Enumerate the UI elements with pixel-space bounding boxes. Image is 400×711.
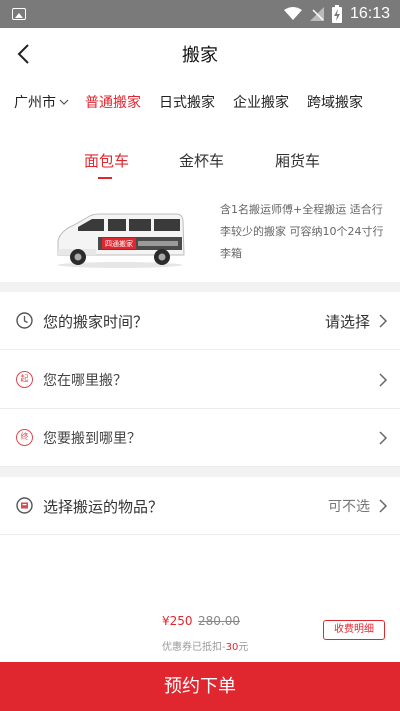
vehicle-tab-jinbei[interactable]: 金杯车: [179, 150, 224, 171]
vehicle-tab-minivan[interactable]: 面包车: [84, 150, 130, 179]
destination-address-row[interactable]: 终 您要搬到哪里？: [0, 409, 400, 467]
battery-charging-icon: [331, 5, 342, 23]
items-row[interactable]: 选择搬运的物品？ 可不选: [0, 477, 400, 535]
origin-address-label: 您在哪里搬？: [43, 373, 127, 389]
book-order-button[interactable]: 预约下单: [0, 662, 400, 711]
moving-time-row[interactable]: 您的搬家时间？ 请选择: [0, 292, 400, 350]
fee-detail-button[interactable]: 收费明细: [323, 620, 385, 640]
status-icons: 16:13: [283, 4, 390, 24]
section-divider: [0, 282, 400, 292]
section-divider: [0, 467, 400, 477]
moving-time-label: 您的搬家时间？: [43, 313, 149, 331]
vehicle-description-line: 李箱: [220, 247, 242, 260]
clock-icon: [16, 312, 33, 329]
vehicle-description-line: 含1名搬运师傅+全程搬运 适合行: [220, 203, 383, 216]
wifi-icon: [283, 7, 302, 20]
destination-address-label: 您要搬到哪里？: [43, 431, 141, 447]
coupon-amount: 30: [225, 642, 239, 653]
chevron-right-icon: [379, 373, 388, 387]
items-label: 选择搬运的物品？: [43, 498, 164, 516]
vehicle-panel: 四通搬家 含1名搬运师傅+全程搬运 适合行 李较少的搬家 可容纳10个24寸行 …: [0, 185, 400, 280]
origin-address-row[interactable]: 起 您在哪里搬？: [0, 351, 400, 409]
current-price: ¥250: [162, 614, 193, 628]
service-tab-japanese[interactable]: 日式搬家: [159, 92, 215, 112]
page-title: 搬家: [182, 45, 218, 66]
box-icon: [16, 497, 33, 514]
chevron-right-icon: [379, 431, 388, 445]
clock: 16:13: [349, 5, 390, 22]
moving-time-value: 请选择: [324, 313, 370, 331]
original-price: 280.00: [198, 614, 240, 628]
vehicle-description: 含1名搬运师傅+全程搬运 适合行 李较少的搬家 可容纳10个24寸行 李箱: [220, 199, 390, 265]
active-tab-underline: [98, 177, 112, 179]
status-bar: 16:13: [0, 0, 400, 28]
chevron-down-icon: [59, 99, 69, 105]
no-signal-icon: [309, 7, 324, 21]
origin-icon: 起: [16, 371, 33, 388]
service-tab-normal[interactable]: 普通搬家: [85, 92, 141, 112]
city-selector[interactable]: 广州市: [14, 92, 69, 112]
coupon-discount: 优惠券已抵扣-30元: [162, 638, 248, 653]
van-image: 四通搬家: [57, 213, 185, 268]
service-tab-cross-region[interactable]: 跨域搬家: [307, 92, 363, 112]
van-brand-text: 四通搬家: [105, 239, 133, 248]
vehicle-description-line: 李较少的搬家 可容纳10个24寸行: [220, 225, 384, 238]
coupon-suffix: 元: [238, 642, 249, 653]
coupon-prefix: 优惠券已抵扣-: [162, 642, 226, 653]
vehicle-tab-label: 面包车: [84, 152, 130, 170]
header: 搬家: [0, 28, 400, 78]
chevron-right-icon: [379, 314, 388, 328]
price-summary: ¥250 280.00 优惠券已抵扣-30元 收费明细: [0, 608, 400, 662]
service-tab-enterprise[interactable]: 企业搬家: [233, 92, 289, 112]
items-value: 可不选: [328, 499, 370, 515]
vehicle-tab-box-truck[interactable]: 厢货车: [275, 150, 320, 171]
image-notification-icon: [12, 8, 26, 20]
service-bar: 广州市 普通搬家 日式搬家 企业搬家 跨域搬家: [0, 80, 400, 120]
vehicle-tabs: 面包车 金杯车 厢货车: [0, 140, 400, 180]
destination-icon: 终: [16, 429, 33, 446]
city-label: 广州市: [14, 95, 56, 111]
chevron-right-icon: [379, 499, 388, 513]
